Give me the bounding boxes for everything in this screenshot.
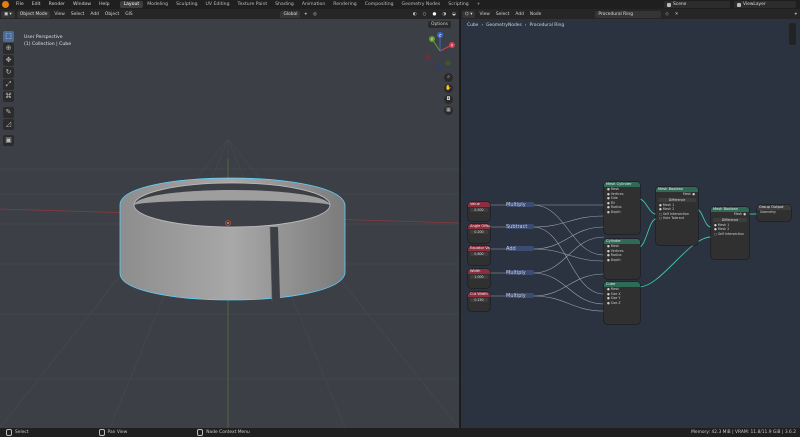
input-node-equator-value[interactable]: Equator Value 0.600 [468, 246, 490, 265]
tab-rendering[interactable]: Rendering [329, 1, 360, 8]
active-collection: (1) Collection | Cube [24, 42, 72, 47]
tab-modeling[interactable]: Modeling [143, 1, 172, 8]
options-dropdown[interactable]: Options [428, 21, 451, 28]
material-shading-icon[interactable]: ◑ [439, 12, 449, 17]
overlay-icon[interactable]: ◐ [410, 12, 420, 17]
proportional-edit-icon[interactable]: ◎ [310, 12, 320, 17]
tab-compositing[interactable]: Compositing [361, 1, 398, 8]
rendered-shading-icon[interactable]: ◒ [449, 12, 459, 17]
menu-help[interactable]: Help [95, 2, 113, 7]
scene-selectors: Scene ViewLayer [664, 1, 796, 8]
scene-field[interactable]: Scene [664, 1, 730, 8]
viewport-menu-gis[interactable]: GIS [122, 12, 135, 17]
rotate-icon[interactable]: ↻ [3, 67, 14, 78]
menu-render[interactable]: Render [45, 2, 69, 7]
toolbar: ⬚ ⊕ ✥ ↻ ⤢ ⌘ ✎ ◿ ▣ [3, 31, 14, 146]
status-select: Select [6, 429, 29, 436]
3d-viewport[interactable]: ▣ ▾ Object Mode View Select Add Object G… [0, 9, 459, 428]
node-editor[interactable]: ⌬ ▾ View Select Add Node Procedural Ring… [461, 9, 800, 428]
status-bar: Select Pan View Node Context Menu Memory… [0, 428, 800, 437]
status-context: Node Context Menu [197, 429, 250, 436]
annotate-icon[interactable]: ✎ [3, 107, 14, 118]
mesh-boolean-node-1[interactable]: Mesh Boolean Mesh ● Difference ● Mesh 1 … [656, 187, 698, 245]
tab-shading[interactable]: Shading [271, 1, 298, 8]
menu-edit[interactable]: Edit [28, 2, 45, 7]
viewport-menu-view[interactable]: View [51, 12, 67, 17]
scale-icon[interactable]: ⤢ [3, 79, 14, 90]
editor-type-dropdown[interactable]: ▣ ▾ [1, 10, 15, 18]
tab-scripting[interactable]: Scripting [444, 1, 472, 8]
memory-stats: Memory: 42.3 MiB | VRAM: 11.8/11.9 GiB |… [691, 430, 796, 435]
viewport-header: ▣ ▾ Object Mode View Select Add Object G… [0, 9, 459, 19]
viewport-info: User Perspective (1) Collection | Cube [24, 34, 71, 48]
camera-icon[interactable]: ◘ [444, 95, 453, 104]
select-box-icon[interactable]: ⬚ [3, 31, 14, 42]
group-output-node[interactable]: Group Output Geometry [757, 205, 791, 221]
cube-node[interactable]: Cube ● Mesh ● Size X ● Size Y ● Size Z [604, 282, 640, 324]
viewport-menu-select[interactable]: Select [68, 12, 88, 17]
input-node-width[interactable]: Width 1.000 [468, 269, 490, 288]
wireframe-shading-icon[interactable]: ○ [420, 12, 430, 17]
measure-icon[interactable]: ◿ [3, 119, 14, 130]
math-node-subtract[interactable]: Subtract [506, 224, 534, 230]
math-node-multiply-1[interactable]: Multiply [506, 202, 534, 208]
scene-icon [667, 2, 671, 7]
add-cube-icon[interactable]: ▣ [3, 135, 14, 146]
math-node-multiply-3[interactable]: Multiply [506, 293, 534, 299]
math-node-add[interactable]: Add [506, 246, 534, 252]
status-pan: Pan View [98, 429, 127, 436]
solid-shading-icon[interactable]: ● [429, 12, 439, 17]
tab-texture-paint[interactable]: Texture Paint [234, 1, 272, 8]
view-layer-icon [737, 2, 741, 7]
viewport-menu-add[interactable]: Add [87, 12, 102, 17]
math-node-multiply-2[interactable]: Multiply [506, 270, 534, 276]
move-icon[interactable]: ✥ [3, 55, 14, 66]
input-node-angle-offset[interactable]: Angle Offset 0.200 [468, 224, 490, 243]
orientation-dropdown[interactable]: Global [280, 10, 301, 18]
mode-dropdown[interactable]: Object Mode [16, 10, 51, 18]
menu-file[interactable]: File [12, 2, 28, 7]
input-node-cut-width[interactable]: Cut Width 0.150 [468, 292, 490, 311]
view-layer-field[interactable]: ViewLayer [734, 1, 796, 8]
menu-window[interactable]: Window [69, 2, 95, 7]
tab-animation[interactable]: Animation [298, 1, 329, 8]
add-workspace-button[interactable]: + [473, 1, 485, 8]
mouse-left-icon [6, 429, 12, 436]
tab-geometry-nodes[interactable]: Geometry Nodes [398, 1, 445, 8]
tab-sculpting[interactable]: Sculpting [172, 1, 201, 8]
viewport-menu-object[interactable]: Object [102, 12, 122, 17]
transform-icon[interactable]: ⌘ [3, 91, 14, 102]
pan-hand-icon[interactable]: ✋ [444, 84, 453, 93]
cursor-icon[interactable]: ⊕ [3, 43, 14, 54]
cylinder-node[interactable]: Cylinder ● Mesh ● Vertices ● Radius ● De… [604, 239, 640, 279]
tab-layout[interactable]: Layout [119, 1, 144, 8]
mouse-middle-icon [98, 429, 105, 436]
mesh-boolean-node-2[interactable]: Mesh Boolean Mesh ● Difference ● Mesh 1 … [711, 207, 749, 259]
input-node-value[interactable]: Value 0.500 [468, 202, 490, 221]
tab-uv-editing[interactable]: UV Editing [202, 1, 234, 8]
view-name: User Perspective [24, 35, 63, 40]
navigation-gizmo[interactable]: X Y Z [420, 31, 459, 71]
ring-object[interactable] [0, 9, 459, 428]
zoom-icon[interactable]: ⌕ [444, 73, 453, 82]
mesh-cylinder-node[interactable]: Mesh Cylinder ● Mesh ● Vertices ● Side ●… [604, 182, 640, 234]
grid-icon[interactable]: ▦ [444, 106, 453, 115]
mouse-right-icon [197, 429, 204, 436]
blender-logo-icon[interactable] [2, 1, 9, 8]
snap-icon[interactable]: ⌖ [301, 11, 309, 17]
top-bar: File Edit Render Window Help Layout Mode… [0, 0, 800, 9]
